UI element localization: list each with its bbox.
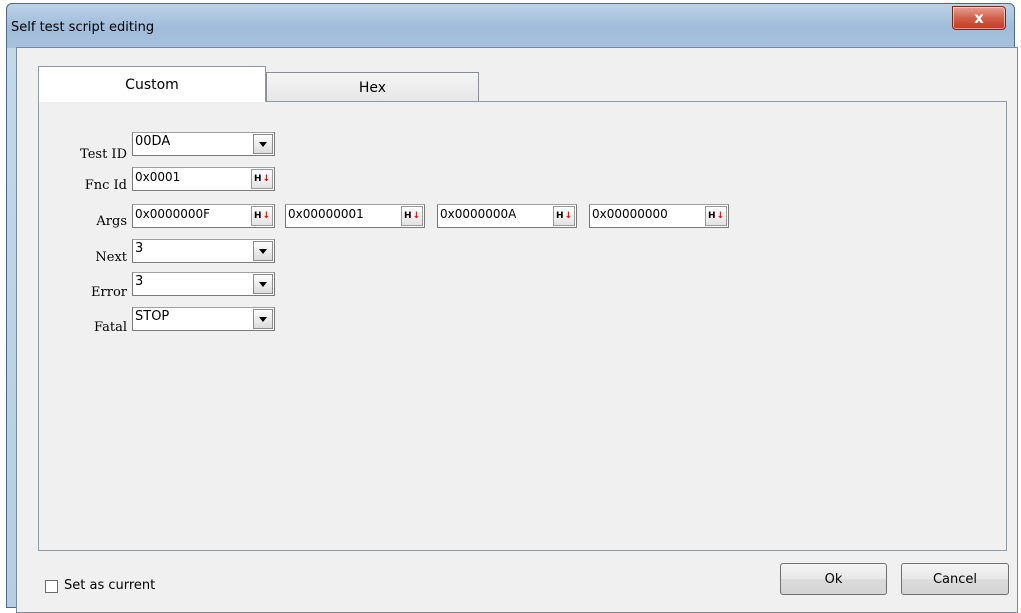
next-value: 3 [135,241,144,256]
tab-hex-label: Hex [358,79,387,96]
chevron-down-icon [259,248,267,254]
arg-4-hex-button[interactable]: H ↓ [705,206,727,226]
fatal-label: Fatal [93,320,127,335]
ok-button-label: Ok [824,571,843,587]
next-combo[interactable]: 3 [132,239,275,263]
tab-custom-label: Custom [125,76,179,93]
chevron-down-icon [259,141,267,147]
fatal-value: STOP [135,309,170,324]
fatal-combo[interactable]: STOP [132,307,275,331]
arg-3-value: 0x0000000A [440,207,517,221]
dialog-client-area: Custom Hex Test ID 00DA Fnc Id 0x0001 H ↓… [16,47,1018,613]
chevron-down-icon [259,281,267,287]
arg-4-field[interactable]: 0x00000000 H ↓ [589,204,729,228]
fatal-dropdown-button[interactable] [253,309,273,329]
hex-down-arrow-icon: ↓ [412,211,421,221]
close-icon: x [974,9,984,27]
set-as-current-label[interactable]: Set as current [64,578,155,593]
args-label: Args [96,214,127,229]
set-as-current-checkbox[interactable] [45,580,58,593]
window-title: Self test script editing [11,20,155,35]
test-id-dropdown-button[interactable] [253,134,273,154]
chevron-down-icon [259,316,267,322]
arg-2-value: 0x00000001 [288,207,364,221]
error-label: Error [91,285,127,300]
tab-hex[interactable]: Hex [266,72,479,102]
arg-4-value: 0x00000000 [592,207,668,221]
error-dropdown-button[interactable] [253,274,273,294]
fnc-id-hex-button[interactable]: H ↓ [251,169,273,189]
arg-2-hex-button[interactable]: H ↓ [401,206,423,226]
arg-3-field[interactable]: 0x0000000A H ↓ [437,204,577,228]
fnc-id-field[interactable]: 0x0001 H ↓ [132,167,275,191]
cancel-button[interactable]: Cancel [901,563,1009,595]
arg-1-field[interactable]: 0x0000000F H ↓ [132,204,275,228]
title-bar[interactable]: Self test script editing x [7,4,1014,48]
hex-label: H [707,211,716,221]
hex-label: H [403,211,412,221]
next-dropdown-button[interactable] [253,241,273,261]
hex-label: H [253,174,262,184]
error-combo[interactable]: 3 [132,272,275,296]
cancel-button-label: Cancel [932,571,978,587]
test-id-combo[interactable]: 00DA [132,132,275,156]
error-value: 3 [135,274,144,289]
arg-2-field[interactable]: 0x00000001 H ↓ [285,204,425,228]
test-id-label: Test ID [80,147,127,162]
arg-3-hex-button[interactable]: H ↓ [553,206,575,226]
hex-label: H [253,211,262,221]
tab-custom[interactable]: Custom [38,66,266,102]
fnc-id-value: 0x0001 [135,170,181,184]
arg-1-value: 0x0000000F [135,207,211,221]
ok-button[interactable]: Ok [780,563,887,595]
hex-label: H [555,211,564,221]
hex-down-arrow-icon: ↓ [262,211,271,221]
next-label: Next [95,250,127,265]
fnc-id-label: Fnc Id [84,178,127,193]
arg-1-hex-button[interactable]: H ↓ [251,206,273,226]
hex-down-arrow-icon: ↓ [564,211,573,221]
hex-down-arrow-icon: ↓ [262,174,271,184]
close-button[interactable]: x [952,6,1006,30]
hex-down-arrow-icon: ↓ [716,211,725,221]
test-id-value: 00DA [135,134,171,149]
dialog-window: Self test script editing x Custom Hex Te… [6,3,1018,613]
